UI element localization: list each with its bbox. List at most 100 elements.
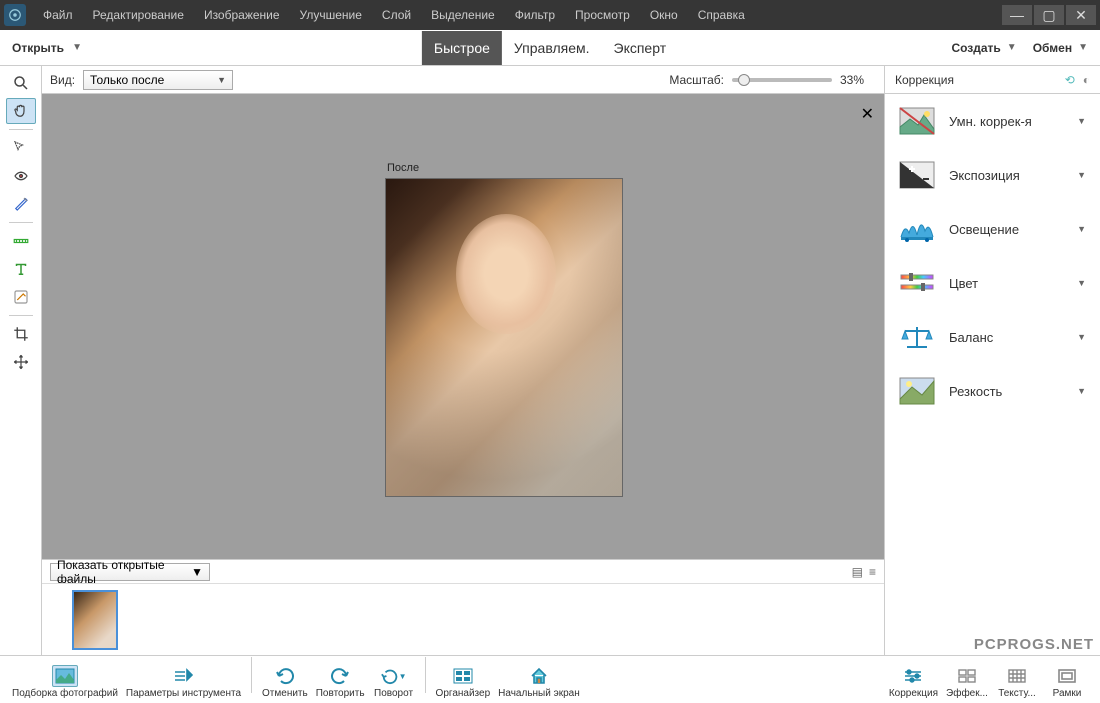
- tab-guided[interactable]: Управляем.: [502, 31, 602, 65]
- correction-label: Баланс: [949, 330, 1063, 345]
- correction-balance[interactable]: Баланс ▼: [885, 310, 1100, 364]
- thumbnail[interactable]: [72, 590, 118, 650]
- effects-button[interactable]: Эффек...: [942, 665, 992, 699]
- zoom-label: Масштаб:: [669, 73, 724, 87]
- photobin-button[interactable]: Подборка фотографий: [8, 665, 122, 699]
- reset-icon[interactable]: ⟲: [1065, 73, 1075, 87]
- photobin-bar: Показать открытые файлы ▼ ▤ ≡: [42, 559, 884, 583]
- frames-button[interactable]: Рамки: [1042, 665, 1092, 699]
- photobin: [42, 583, 884, 655]
- spot-healing-tool[interactable]: [6, 284, 36, 310]
- menu-file[interactable]: Файл: [34, 3, 82, 27]
- correction-smartfix[interactable]: Умн. коррек-я ▼: [885, 94, 1100, 148]
- main-area: Вид: Только после ▼ Масштаб: 33% ✕ После…: [0, 66, 1100, 655]
- menu-image[interactable]: Изображение: [195, 3, 289, 27]
- adjustments-button[interactable]: Коррекция: [885, 665, 942, 699]
- correction-color[interactable]: Цвет ▼: [885, 256, 1100, 310]
- menu-help[interactable]: Справка: [689, 3, 754, 27]
- undo-icon: [272, 665, 298, 687]
- create-button[interactable]: Создать ▼: [951, 41, 1016, 55]
- bottom-label: Отменить: [262, 688, 308, 699]
- menu-window[interactable]: Окно: [641, 3, 687, 27]
- view-select[interactable]: Только после ▼: [83, 70, 233, 90]
- move-tool[interactable]: [6, 349, 36, 375]
- maximize-button[interactable]: ▢: [1034, 5, 1064, 25]
- tool-separator: [9, 315, 33, 316]
- rotate-button[interactable]: ▼ Поворот: [369, 665, 419, 699]
- organizer-button[interactable]: Органайзер: [432, 665, 495, 699]
- correction-label: Цвет: [949, 276, 1063, 291]
- home-icon: [526, 665, 552, 687]
- menu-edit[interactable]: Редактирование: [84, 3, 193, 27]
- chevron-down-icon: ▼: [1007, 42, 1017, 53]
- close-button[interactable]: ✕: [1066, 5, 1096, 25]
- hand-tool[interactable]: [6, 98, 36, 124]
- text-tool[interactable]: [6, 256, 36, 282]
- bottom-label: Тексту...: [998, 688, 1036, 699]
- open-button[interactable]: Открыть ▼: [12, 41, 82, 55]
- correction-label: Резкость: [949, 384, 1063, 399]
- chevron-down-icon: ▼: [72, 42, 82, 53]
- bottom-label: Органайзер: [436, 688, 491, 699]
- straighten-tool[interactable]: [6, 228, 36, 254]
- organizer-icon: [450, 665, 476, 687]
- balance-icon: [899, 322, 935, 352]
- menu-select[interactable]: Выделение: [422, 3, 504, 27]
- bottom-label: Рамки: [1053, 688, 1082, 699]
- photobin-select[interactable]: Показать открытые файлы ▼: [50, 563, 210, 581]
- canvas-area[interactable]: ✕ После: [42, 94, 884, 559]
- redo-button[interactable]: Повторить: [312, 665, 369, 699]
- menu-view[interactable]: Просмотр: [566, 3, 639, 27]
- textures-button[interactable]: Тексту...: [992, 665, 1042, 699]
- tool-options-icon: [170, 665, 196, 687]
- tool-separator: [9, 222, 33, 223]
- share-label: Обмен: [1033, 41, 1072, 55]
- tab-quick[interactable]: Быстрое: [422, 31, 502, 65]
- menu-filter[interactable]: Фильтр: [506, 3, 564, 27]
- bottom-right: Коррекция Эффек... Тексту... Рамки: [885, 665, 1092, 699]
- correction-exposure[interactable]: Экспозиция ▼: [885, 148, 1100, 202]
- help-icon[interactable]: ◐: [1083, 73, 1090, 87]
- sharpen-icon: [899, 376, 935, 406]
- tool-options-button[interactable]: Параметры инструмента: [122, 665, 245, 699]
- view-select-value: Только после: [90, 73, 164, 87]
- color-icon: [899, 268, 935, 298]
- options-bar: Вид: Только после ▼ Масштаб: 33%: [42, 66, 884, 94]
- secondbar: Открыть ▼ Быстрое Управляем. Эксперт Соз…: [0, 30, 1100, 66]
- correction-sharpen[interactable]: Резкость ▼: [885, 364, 1100, 418]
- chevron-down-icon: ▼: [1077, 116, 1086, 126]
- share-button[interactable]: Обмен ▼: [1033, 41, 1088, 55]
- zoom-tool[interactable]: [6, 70, 36, 96]
- correction-lighting[interactable]: Освещение ▼: [885, 202, 1100, 256]
- grid-icon[interactable]: ▤: [852, 565, 863, 579]
- zoom-slider-thumb[interactable]: [738, 74, 750, 86]
- menu-layer[interactable]: Слой: [373, 3, 420, 27]
- minimize-button[interactable]: —: [1002, 5, 1032, 25]
- panel-header: Коррекция ⟲ ◐: [885, 66, 1100, 94]
- canvas-image[interactable]: [385, 178, 623, 497]
- watermark: PCPROGS.NET: [974, 636, 1094, 653]
- menu-icon[interactable]: ≡: [869, 565, 876, 579]
- chevron-down-icon: ▼: [1077, 332, 1086, 342]
- open-label: Открыть: [12, 41, 64, 55]
- photobin-icon: [52, 665, 78, 687]
- whiten-teeth-tool[interactable]: [6, 191, 36, 217]
- tab-expert[interactable]: Эксперт: [602, 31, 679, 65]
- home-button[interactable]: Начальный экран: [494, 665, 584, 699]
- undo-button[interactable]: Отменить: [258, 665, 312, 699]
- titlebar: Файл Редактирование Изображение Улучшени…: [0, 0, 1100, 30]
- bottom-label: Параметры инструмента: [126, 688, 241, 699]
- bottom-label: Эффек...: [946, 688, 988, 699]
- crop-tool[interactable]: [6, 321, 36, 347]
- zoom-slider[interactable]: [732, 78, 832, 82]
- right-actions: Создать ▼ Обмен ▼: [951, 41, 1088, 55]
- menu-enhance[interactable]: Улучшение: [291, 3, 371, 27]
- bottom-label: Поворот: [374, 688, 413, 699]
- close-icon[interactable]: ✕: [861, 104, 874, 124]
- redeye-tool[interactable]: [6, 163, 36, 189]
- window-controls: — ▢ ✕: [1000, 5, 1096, 25]
- correction-panel: Коррекция ⟲ ◐ Умн. коррек-я ▼ Экспозиция…: [884, 66, 1100, 655]
- quick-selection-tool[interactable]: [6, 135, 36, 161]
- mode-tabs: Быстрое Управляем. Эксперт: [422, 31, 678, 65]
- bottom-label: Подборка фотографий: [12, 688, 118, 699]
